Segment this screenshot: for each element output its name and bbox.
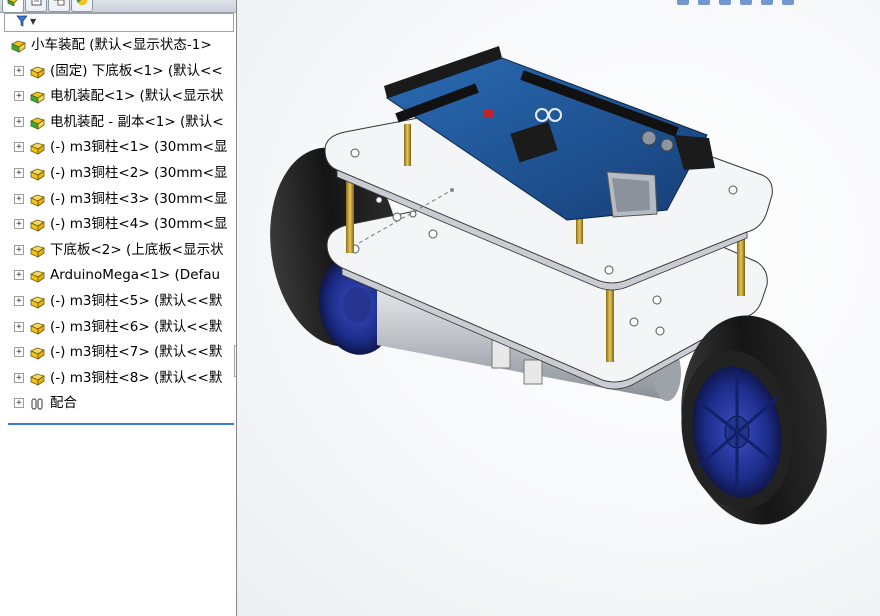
part-icon [29,64,47,86]
tree-item-label: 下底板<2> (上底板<显示状 [50,242,224,258]
tree-item-label: (-) m3铜柱<8> (默认<<默 [50,370,223,386]
expand-icon[interactable]: + [14,398,24,408]
property-manager-icon [31,0,42,6]
chevron-down-icon[interactable]: ▼ [30,17,36,26]
expand-icon[interactable]: + [14,373,24,383]
part-icon [29,166,47,188]
expand-icon[interactable]: + [14,347,24,357]
subassembly-icon [29,89,47,111]
part-icon [29,268,47,290]
part-icon [29,140,47,162]
tree-item-label: 电机装配 - 副本<1> (默认< [50,114,224,130]
expand-icon[interactable]: + [14,270,24,280]
expand-icon[interactable]: + [14,245,24,255]
feature-manager-tab[interactable] [2,0,24,13]
part-icon [29,371,47,393]
tree-filter-bar[interactable]: ▼ [4,13,234,32]
subassembly-icon [29,115,47,137]
part-icon [29,320,47,342]
tree-item-label: (-) m3铜柱<2> (30mm<显 [50,165,228,181]
property-manager-tab[interactable] [25,0,47,12]
part-icon [29,243,47,265]
expand-icon[interactable]: + [14,66,24,76]
robot-car-model[interactable] [237,0,880,616]
tree-item-label: (-) m3铜柱<3> (30mm<显 [50,191,228,207]
expand-icon[interactable]: + [14,117,24,127]
graphics-area[interactable] [237,0,880,616]
tree-item-label: (固定) 下底板<1> (默认<< [50,63,223,79]
assembly-icon [10,38,28,60]
part-icon [29,217,47,239]
panel-tab-bar [0,0,236,13]
sketch-point [450,188,454,192]
feature-manager-panel: ▼ 小车装配 (默认<显示状态-1> + (固定) 下底板<1> (默认<< + 电机装… [0,0,237,616]
tree-item-label: (-) m3铜柱<4> (30mm<显 [50,216,228,232]
tree-item-label: 电机装配<1> (默认<显示状 [50,88,224,104]
configuration-manager-icon [53,0,65,6]
expand-icon[interactable]: + [14,142,24,152]
expand-icon[interactable]: + [14,219,24,229]
expand-icon[interactable]: + [14,296,24,306]
display-manager-tab[interactable] [71,0,93,12]
appearance-icon [76,0,88,6]
part-icon [29,294,47,316]
tree-item-label: 配合 [50,395,77,411]
tree-item-label: ArduinoMega<1> (Defau [50,267,221,283]
feature-manager-icon [7,0,18,6]
expand-icon[interactable]: + [14,194,24,204]
expand-icon[interactable]: + [14,322,24,332]
part-icon [29,192,47,214]
rollback-bar[interactable] [8,423,234,425]
expand-icon[interactable]: + [14,168,24,178]
expand-icon[interactable]: + [14,91,24,101]
tree-item-label: (-) m3铜柱<5> (默认<<默 [50,293,223,309]
tree-item-label: (-) m3铜柱<6> (默认<<默 [50,319,223,335]
tree-item-label: 小车装配 (默认<显示状态-1> [31,37,212,53]
filter-icon[interactable] [16,15,28,27]
mates-icon [29,396,47,418]
part-icon [29,345,47,367]
configuration-manager-tab[interactable] [48,0,70,12]
tree-item-label: (-) m3铜柱<7> (默认<<默 [50,344,223,360]
tree-item-label: (-) m3铜柱<1> (30mm<显 [50,139,228,155]
